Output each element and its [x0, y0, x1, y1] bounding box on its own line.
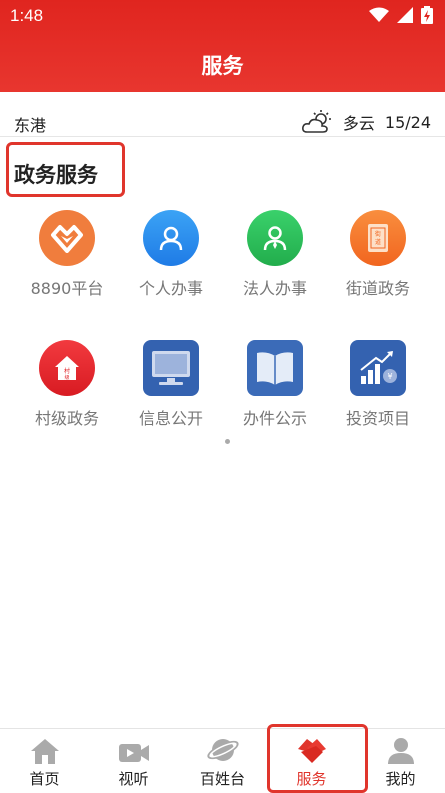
service-info-disclosure[interactable]: 信息公开: [119, 340, 223, 429]
temperature-range: 15/24: [384, 112, 431, 132]
battery-icon: [421, 6, 433, 24]
home-icon: [0, 729, 89, 765]
location-label[interactable]: 东港: [14, 112, 46, 136]
service-8890[interactable]: 8890平台: [15, 210, 119, 299]
nav-community[interactable]: 百姓台: [178, 729, 267, 792]
section-title-highlight: [6, 142, 125, 197]
person-icon: [143, 210, 199, 266]
service-investment[interactable]: ¥ 投资项目: [326, 340, 430, 429]
page-indicator[interactable]: [225, 439, 230, 444]
service-village[interactable]: 村级 村级政务: [15, 340, 119, 429]
service-label: 投资项目: [345, 409, 410, 428]
svg-text:道: 道: [375, 238, 381, 246]
service-label: 街道政务: [345, 279, 410, 298]
nav-label: 我的: [385, 770, 416, 788]
svg-text:街: 街: [375, 230, 381, 238]
investment-chart-icon: ¥: [350, 340, 406, 396]
service-legal-person[interactable]: 法人办事: [223, 210, 327, 299]
signal-icon: [397, 7, 413, 23]
service-label: 8890平台: [30, 279, 104, 298]
nav-home[interactable]: 首页: [0, 729, 89, 792]
weather-bar: 东港 多云 15/24: [0, 104, 445, 137]
nav-label: 首页: [29, 770, 60, 788]
nav-video[interactable]: 视听: [89, 729, 178, 792]
nav-service-highlight: [267, 724, 368, 793]
weather-info: 多云 15/24: [301, 110, 431, 134]
cloudy-sun-icon: [301, 110, 331, 133]
user-icon: [356, 729, 445, 765]
wifi-icon: [369, 7, 389, 22]
svg-text:村: 村: [64, 367, 70, 375]
service-label: 信息公开: [138, 409, 203, 428]
service-label: 个人办事: [138, 279, 203, 298]
page-title: 服务: [201, 54, 244, 78]
service-personal[interactable]: 个人办事: [119, 210, 223, 299]
legal-person-icon: [247, 210, 303, 266]
village-house-icon: 村级: [39, 340, 95, 396]
status-icons: [369, 6, 433, 24]
service-case-publicity[interactable]: 办件公示: [223, 340, 327, 429]
svg-text:级: 级: [64, 374, 69, 381]
street-icon: 街道: [350, 210, 406, 266]
bottom-nav: 首页 视听 百姓台 服务 我的: [0, 728, 445, 792]
diamond-heart-icon: [39, 210, 95, 266]
service-label: 办件公示: [242, 409, 307, 428]
nav-label: 视听: [118, 770, 149, 788]
monitor-icon: [143, 340, 199, 396]
service-street[interactable]: 街道 街道政务: [326, 210, 430, 299]
weather-condition: 多云: [342, 114, 375, 133]
service-label: 法人办事: [242, 279, 307, 298]
svg-text:¥: ¥: [387, 372, 392, 381]
video-icon: [89, 729, 178, 765]
service-label: 村级政务: [34, 409, 99, 428]
nav-profile[interactable]: 我的: [356, 729, 445, 792]
app-header: 1:48 服务: [0, 0, 445, 92]
status-bar: 1:48: [0, 0, 445, 32]
nav-label: 百姓台: [199, 770, 245, 788]
planet-icon: [178, 729, 267, 765]
open-book-icon: [247, 340, 303, 396]
status-time: 1:48: [10, 6, 44, 25]
